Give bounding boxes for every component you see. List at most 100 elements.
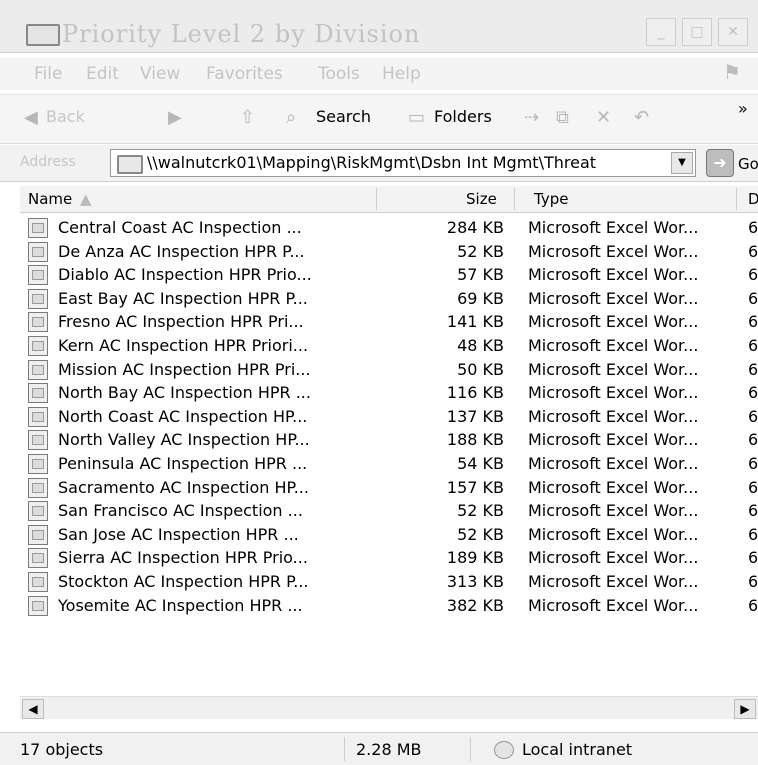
table-row[interactable]: San Jose AC Inspection HPR ... 52 KB Micro… [20, 523, 758, 547]
scroll-left-icon[interactable]: ◀ [22, 699, 44, 719]
menu-edit[interactable]: Edit [86, 64, 119, 84]
file-name[interactable]: Diablo AC Inspection HPR Prio... [58, 265, 358, 284]
file-type: Microsoft Excel Wor... [528, 477, 699, 497]
menu-view[interactable]: View [140, 64, 180, 84]
excel-file-icon [28, 312, 48, 333]
table-row[interactable]: North Coast AC Inspection HP... 137 KB Mic… [20, 405, 758, 429]
excel-file-icon [28, 218, 48, 238]
table-row[interactable]: San Francisco AC Inspection ... 52 KB Micr… [20, 499, 758, 523]
column-divider[interactable] [376, 188, 377, 210]
table-row[interactable]: Central Coast AC Inspection ... 284 KB Mic… [20, 216, 758, 240]
go-button[interactable]: Go [738, 155, 758, 173]
file-name[interactable]: North Valley AC Inspection HP... [58, 430, 358, 449]
file-name[interactable]: Peninsula AC Inspection HPR ... [58, 454, 358, 473]
file-name[interactable]: East Bay AC Inspection HPR P... [58, 289, 358, 308]
file-date: 6, [748, 548, 758, 568]
folders-icon: ▭ [408, 107, 426, 128]
menu-tools[interactable]: Tools [318, 64, 360, 84]
window-title: Priority Level 2 by Division [62, 20, 421, 48]
copy-to-icon[interactable]: ⧉ [556, 107, 569, 128]
toolbar-more-button[interactable]: » [738, 99, 748, 118]
table-row[interactable]: Peninsula AC Inspection HPR ... 54 KB Micr… [20, 452, 758, 476]
excel-file-icon [28, 477, 48, 498]
file-type: Microsoft Excel Wor... [528, 312, 699, 332]
column-name[interactable]: Name [28, 190, 72, 208]
file-type: Microsoft Excel Wor... [528, 548, 699, 568]
excel-file-icon [28, 595, 48, 616]
folder-icon [26, 24, 60, 46]
minimize-button[interactable]: _ [646, 18, 676, 46]
file-size: 141 KB [446, 312, 504, 332]
delete-icon[interactable]: ✕ [596, 107, 611, 128]
file-size: 116 KB [446, 383, 504, 403]
file-size: 48 KB [457, 335, 504, 355]
folders-button[interactable]: Folders [434, 107, 492, 126]
file-date: 6, [748, 477, 758, 497]
file-size: 57 KB [457, 265, 504, 285]
menu-file[interactable]: File [34, 64, 62, 84]
file-name[interactable]: Fresno AC Inspection HPR Pri... [58, 312, 358, 331]
file-name[interactable]: Kern AC Inspection HPR Priori... [58, 336, 358, 355]
column-divider[interactable] [736, 188, 737, 210]
menu-favorites[interactable]: Favorites [206, 64, 283, 84]
file-date: 6, [748, 383, 758, 403]
address-input[interactable]: \\walnutcrk01\Mapping\RiskMgmt\Dsbn Int … [110, 149, 696, 177]
file-name[interactable]: Central Coast AC Inspection ... [58, 218, 358, 237]
object-count: 17 objects [20, 740, 104, 759]
file-type: Microsoft Excel Wor... [528, 430, 699, 450]
file-size: 284 KB [446, 218, 504, 237]
file-name[interactable]: San Francisco AC Inspection ... [58, 501, 358, 520]
file-name[interactable]: Mission AC Inspection HPR Pri... [58, 360, 358, 379]
menu-help[interactable]: Help [382, 64, 421, 84]
file-size: 69 KB [457, 288, 504, 308]
column-size[interactable]: Size [466, 190, 497, 208]
search-button[interactable]: Search [316, 107, 371, 126]
file-name[interactable]: Stockton AC Inspection HPR P... [58, 572, 358, 591]
excel-file-icon [28, 288, 48, 309]
excel-file-icon [28, 335, 48, 356]
excel-file-icon [28, 571, 48, 592]
column-divider[interactable] [514, 188, 515, 210]
table-row[interactable]: Diablo AC Inspection HPR Prio... 57 KB Mic… [20, 263, 758, 287]
table-row[interactable]: North Valley AC Inspection HP... 188 KB Mi… [20, 428, 758, 452]
file-date: 6, [748, 241, 758, 261]
chevron-down-icon[interactable]: ▼ [671, 152, 693, 174]
back-button[interactable]: Back [46, 107, 85, 126]
file-date: 6, [748, 359, 758, 379]
table-row[interactable]: Stockton AC Inspection HPR P... 313 KB Mic… [20, 570, 758, 594]
file-name[interactable]: North Bay AC Inspection HPR ... [58, 383, 358, 402]
file-name[interactable]: Sierra AC Inspection HPR Prio... [58, 548, 358, 567]
table-row[interactable]: De Anza AC Inspection HPR P... 52 KB Micro… [20, 240, 758, 264]
file-name[interactable]: Yosemite AC Inspection HPR ... [58, 596, 358, 615]
table-row[interactable]: Sacramento AC Inspection HP... 157 KB Micr… [20, 476, 758, 500]
up-folder-icon[interactable]: ⇧ [240, 107, 255, 128]
table-row[interactable]: North Bay AC Inspection HPR ... 116 KB Mic… [20, 381, 758, 405]
horizontal-scrollbar[interactable]: ◀ ▶ [20, 696, 758, 719]
scroll-right-icon[interactable]: ▶ [734, 699, 756, 719]
forward-arrow-icon[interactable]: ▶ [168, 107, 182, 128]
table-row[interactable]: Mission AC Inspection HPR Pri... 50 KB Mic… [20, 358, 758, 382]
maximize-button[interactable]: □ [682, 18, 712, 46]
undo-icon[interactable]: ↶ [634, 107, 649, 128]
file-name[interactable]: San Jose AC Inspection HPR ... [58, 525, 358, 544]
file-date: 6, [748, 335, 758, 355]
file-name[interactable]: North Coast AC Inspection HP... [58, 407, 358, 426]
file-name[interactable]: De Anza AC Inspection HPR P... [58, 242, 358, 261]
table-row[interactable]: Fresno AC Inspection HPR Pri... 141 KB Mic… [20, 310, 758, 334]
go-arrow-icon[interactable]: ➜ [706, 149, 734, 177]
file-size: 50 KB [457, 359, 504, 379]
column-type[interactable]: Type [534, 190, 568, 208]
table-row[interactable]: Kern AC Inspection HPR Priori... 48 KB Mic… [20, 334, 758, 358]
status-divider [344, 737, 345, 761]
address-path[interactable]: \\walnutcrk01\Mapping\RiskMgmt\Dsbn Int … [147, 153, 637, 172]
table-row[interactable]: Yosemite AC Inspection HPR ... 382 KB Micr… [20, 594, 758, 618]
intranet-icon [494, 741, 514, 759]
column-date[interactable]: D [748, 190, 758, 208]
move-to-icon[interactable]: ⇢ [524, 107, 539, 128]
close-button[interactable]: ✕ [718, 18, 748, 46]
table-row[interactable]: East Bay AC Inspection HPR P... 69 KB Micr… [20, 287, 758, 311]
address-label: Address [20, 154, 76, 170]
file-date: 6, [748, 524, 758, 544]
file-name[interactable]: Sacramento AC Inspection HP... [58, 478, 358, 497]
table-row[interactable]: Sierra AC Inspection HPR Prio... 189 KB Mi… [20, 546, 758, 570]
